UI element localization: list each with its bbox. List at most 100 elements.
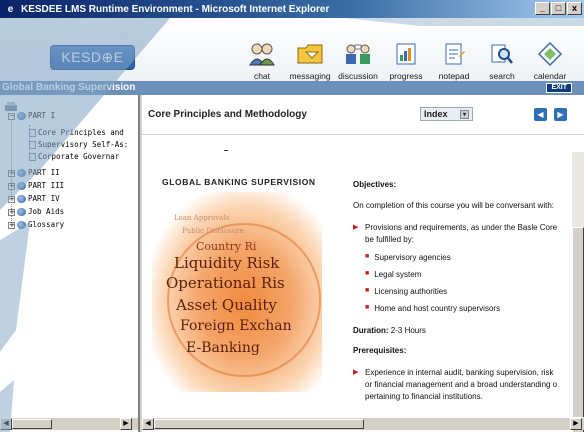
sub-point-text: Home and host country supervisors bbox=[374, 304, 501, 313]
course-title: Global Banking Supervision bbox=[2, 82, 136, 93]
tree-item-part-1[interactable]: − PART I bbox=[8, 111, 55, 121]
toolbar-progress-button[interactable]: progress bbox=[382, 40, 430, 81]
toolbar-calendar-label: calendar bbox=[533, 71, 567, 81]
expand-icon: + bbox=[8, 168, 15, 177]
page-icon bbox=[29, 129, 36, 137]
toolbar-discussion-button[interactable]: discussion bbox=[334, 40, 382, 81]
close-button[interactable]: x bbox=[567, 2, 582, 15]
index-label: Index bbox=[424, 109, 448, 119]
page-title: Core Principles and Methodology bbox=[148, 109, 307, 120]
image-word: Liquidity Risk bbox=[174, 254, 280, 272]
sub-point: ■ Legal system bbox=[365, 270, 421, 279]
toolbar-notepad-button[interactable]: notepad bbox=[430, 40, 478, 81]
content-horizontal-scrollbar[interactable]: ◀ ▶ bbox=[142, 417, 584, 430]
arrow-left-icon: ◀ bbox=[537, 110, 544, 119]
image-word: Loan Approvals bbox=[174, 214, 230, 222]
window-title: KESDEE LMS Runtime Environment - Microso… bbox=[21, 3, 330, 15]
expand-icon: + bbox=[8, 220, 15, 229]
tree-item-label: PART II bbox=[28, 168, 60, 177]
discussion-icon bbox=[344, 40, 372, 68]
content-pane: Core Principles and Methodology Index ▾ … bbox=[142, 95, 584, 432]
maximize-button[interactable]: □ bbox=[551, 2, 566, 15]
objectives-heading: Objectives: bbox=[353, 180, 397, 189]
toolbar-messaging-label: messaging bbox=[289, 71, 331, 81]
tree-item-part-2[interactable]: + PART II bbox=[8, 168, 60, 178]
tree-item-label: Supervisory Self-As: bbox=[38, 140, 129, 149]
course-bar: Global Banking Supervision EXIT bbox=[0, 81, 584, 95]
page-icon bbox=[29, 153, 36, 161]
prerequisite-item: ▶ Experience in internal audit, banking … bbox=[353, 368, 554, 377]
objectives-intro: On completion of this course you will be… bbox=[353, 201, 554, 210]
course-tree: − PART I Core Principles and Supervisory… bbox=[0, 95, 140, 417]
tree-item-part-3[interactable]: + PART III bbox=[8, 181, 64, 191]
next-page-button[interactable]: ▶ bbox=[554, 108, 567, 121]
scroll-thumb[interactable] bbox=[12, 419, 52, 429]
triangle-bullet-icon: ▶ bbox=[353, 369, 359, 376]
tree-item-label: PART III bbox=[28, 181, 65, 190]
scroll-thumb[interactable] bbox=[154, 419, 364, 429]
tree-item-label: Glossary bbox=[28, 220, 65, 229]
chevron-down-icon: ▾ bbox=[460, 109, 469, 119]
image-word: Public Disclosure bbox=[182, 227, 244, 235]
content-vertical-scrollbar[interactable] bbox=[572, 152, 584, 432]
tree-item-glossary[interactable]: + Glossary bbox=[8, 220, 64, 230]
search-icon bbox=[488, 40, 516, 68]
duration: Duration: 2-3 Hours bbox=[353, 326, 426, 335]
toolbar-notepad-label: notepad bbox=[438, 71, 470, 81]
collapse-icon: − bbox=[8, 111, 15, 120]
tree-item-supervisory-self-assessment[interactable]: Supervisory Self-As: bbox=[29, 140, 128, 150]
scroll-left-arrow-icon[interactable]: ◀ bbox=[0, 418, 12, 430]
chat-icon bbox=[248, 40, 276, 68]
scroll-right-arrow-icon[interactable]: ▶ bbox=[570, 418, 582, 430]
square-bullet-icon: ■ bbox=[365, 253, 370, 260]
image-word: E-Banking bbox=[186, 340, 260, 356]
scroll-thumb[interactable] bbox=[572, 227, 584, 432]
toolbar-progress-label: progress bbox=[389, 71, 423, 81]
toolbar-calendar-button[interactable]: calendar bbox=[526, 40, 574, 81]
tree-item-corporate-governance[interactable]: Corporate Governar bbox=[29, 152, 119, 162]
scroll-left-arrow-icon[interactable]: ◀ bbox=[142, 418, 154, 430]
toolbar: chat messaging discussion progress notep… bbox=[238, 40, 574, 81]
toolbar-discussion-label: discussion bbox=[338, 71, 378, 81]
calendar-icon bbox=[536, 40, 564, 68]
window-title-bar: e KESDEE LMS Runtime Environment - Micro… bbox=[0, 0, 584, 18]
tree-item-core-principles[interactable]: Core Principles and bbox=[29, 128, 124, 138]
tree-item-job-aids[interactable]: + Job Aids bbox=[8, 207, 64, 217]
scroll-right-arrow-icon[interactable]: ▶ bbox=[120, 418, 132, 430]
duration-label: Duration: bbox=[353, 326, 389, 335]
progress-icon bbox=[392, 40, 420, 68]
tree-horizontal-scrollbar[interactable]: ◀ ▶ bbox=[0, 417, 138, 430]
tree-item-part-4[interactable]: + PART IV bbox=[8, 194, 60, 204]
sub-point: ■ Home and host country supervisors bbox=[365, 304, 500, 313]
kesdee-logo: KESD⊕E bbox=[50, 45, 135, 70]
exit-button[interactable]: EXIT bbox=[546, 83, 572, 93]
globe-icon bbox=[17, 112, 26, 120]
minimize-button[interactable]: _ bbox=[535, 2, 550, 15]
tree-item-label: PART IV bbox=[28, 194, 60, 203]
image-heading: GLOBAL BANKING SUPERVISION bbox=[162, 177, 316, 187]
objective-text: Provisions and requirements, as under th… bbox=[365, 223, 558, 232]
square-bullet-icon: ■ bbox=[365, 287, 370, 294]
course-banner-image: Loan Approvals Public Disclosure Country… bbox=[152, 192, 322, 392]
toolbar-search-button[interactable]: search bbox=[478, 40, 526, 81]
browser-window: e KESDEE LMS Runtime Environment - Micro… bbox=[0, 0, 584, 432]
toolbar-chat-button[interactable]: chat bbox=[238, 40, 286, 81]
toolbar-messaging-button[interactable]: messaging bbox=[286, 40, 334, 81]
divider bbox=[224, 150, 228, 151]
expand-icon: + bbox=[8, 181, 15, 190]
image-word: Operational Ris bbox=[166, 274, 285, 292]
previous-page-button[interactable]: ◀ bbox=[534, 108, 547, 121]
tree-item-label: Job Aids bbox=[28, 207, 65, 216]
expand-icon: + bbox=[8, 194, 15, 203]
globe-icon bbox=[17, 169, 26, 177]
messaging-icon bbox=[296, 40, 324, 68]
image-word: Asset Quality bbox=[176, 296, 277, 314]
prerequisite-text-cont: or financial management and a broad unde… bbox=[365, 380, 558, 389]
arrow-right-icon: ▶ bbox=[557, 110, 564, 119]
objective-item: ▶ Provisions and requirements, as under … bbox=[353, 223, 557, 232]
page-icon bbox=[29, 141, 36, 149]
triangle-bullet-icon: ▶ bbox=[353, 224, 359, 231]
square-bullet-icon: ■ bbox=[365, 270, 370, 277]
index-dropdown[interactable]: Index ▾ bbox=[420, 107, 473, 121]
globe-icon bbox=[17, 195, 26, 203]
